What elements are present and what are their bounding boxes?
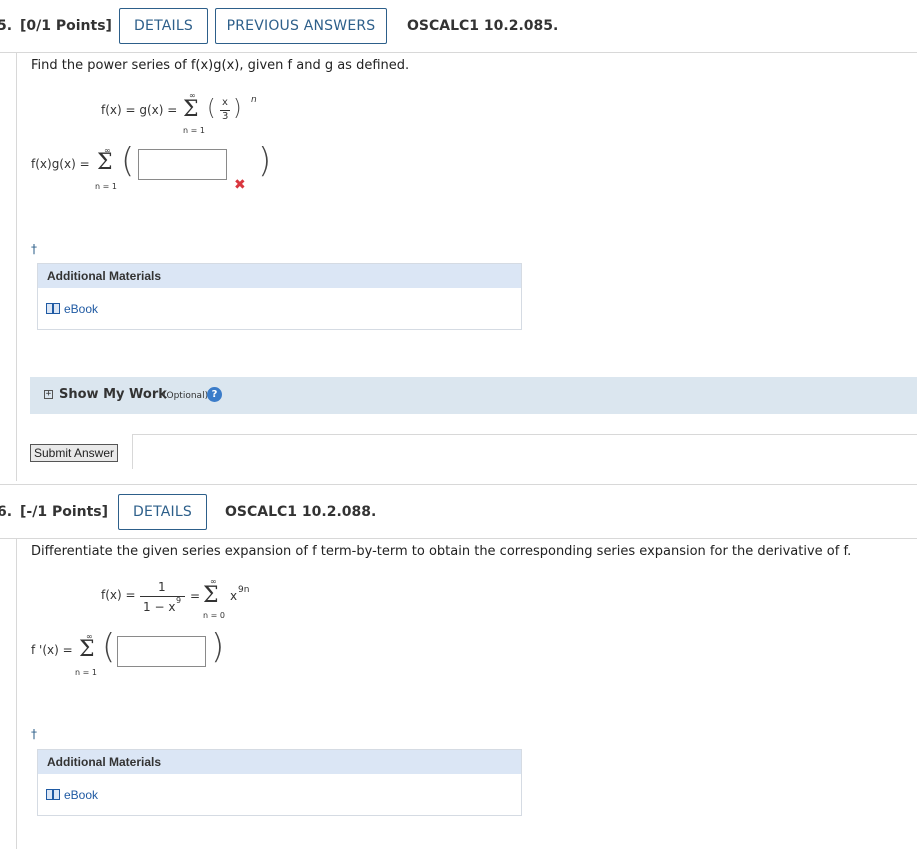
fraction-denominator: 1 − x — [143, 600, 176, 614]
answer-left-paren: ( — [121, 141, 135, 181]
answer-right-paren: ) — [258, 141, 272, 181]
question-5-code: OSCALC1 10.2.085. — [407, 18, 559, 34]
sigma-symbol: Σ — [203, 583, 219, 608]
definition-lhs: f(x) = — [101, 588, 136, 602]
additional-materials-title: Additional Materials — [47, 269, 162, 283]
answer-input[interactable] — [138, 149, 227, 180]
divider — [0, 484, 917, 485]
show-my-work-label[interactable]: Show My Work — [59, 387, 167, 402]
additional-materials-header: Additional Materials — [38, 750, 521, 774]
previous-answers-button[interactable]: PREVIOUS ANSWERS — [215, 8, 387, 44]
fraction-denominator: 3 — [222, 111, 229, 122]
additional-materials-title: Additional Materials — [47, 755, 162, 769]
divider — [0, 52, 917, 53]
equals-sign: = — [190, 589, 201, 603]
answer-input[interactable] — [117, 636, 206, 667]
additional-materials-panel: Additional Materials eBook — [37, 263, 522, 330]
answer-sum-lower: n = 1 — [75, 668, 97, 677]
help-icon[interactable]: ? — [207, 387, 222, 402]
question-6-code: OSCALC1 10.2.088. — [225, 504, 377, 520]
ebook-icon — [46, 303, 60, 314]
question-5-prompt: Find the power series of f(x)g(x), given… — [31, 58, 410, 73]
sigma-symbol: Σ — [183, 97, 199, 122]
details-button[interactable]: DETAILS — [118, 494, 207, 530]
definition-lhs: f(x) = g(x) = — [101, 103, 178, 117]
fraction-numerator: x — [222, 97, 228, 108]
divider — [0, 538, 917, 539]
left-rail — [16, 53, 17, 481]
ebook-icon — [46, 789, 60, 800]
answer-right-paren: ) — [211, 627, 225, 667]
question-5-number: 5. — [0, 18, 13, 34]
additional-materials-panel: Additional Materials eBook — [37, 749, 522, 816]
details-button[interactable]: DETAILS — [119, 8, 208, 44]
answer-left-paren: ( — [102, 627, 116, 667]
show-my-work-bar[interactable]: + Show My Work (Optional) ? — [30, 377, 917, 414]
submit-area-border — [132, 434, 917, 435]
fraction-numerator: 1 — [158, 580, 166, 594]
series-term-exponent: 9n — [238, 585, 250, 595]
answer-lhs: f '(x) = — [31, 643, 73, 657]
answer-sigma-symbol: Σ — [79, 637, 95, 662]
sum-lower: n = 0 — [203, 611, 225, 620]
answer-sum-lower: n = 1 — [95, 182, 117, 191]
series-term: x — [230, 589, 238, 603]
sum-lower: n = 1 — [183, 126, 205, 135]
question-6-number: 6. — [0, 504, 13, 520]
right-paren: ) — [233, 96, 242, 121]
dagger-mark: † — [31, 727, 37, 741]
denominator-exponent: 9 — [176, 596, 182, 605]
question-5-points: [0/1 Points] — [20, 18, 112, 34]
optional-label: (Optional) — [163, 391, 209, 401]
expand-icon[interactable]: + — [44, 390, 53, 399]
left-rail — [16, 539, 17, 849]
left-paren: ( — [207, 96, 216, 121]
ebook-link[interactable]: eBook — [64, 302, 98, 316]
question-6-points: [-/1 Points] — [20, 504, 109, 520]
answer-lhs: f(x)g(x) = — [31, 157, 90, 171]
submit-answer-button[interactable]: Submit Answer — [30, 444, 118, 462]
submit-area-divider — [132, 434, 133, 469]
dagger-mark: † — [31, 242, 37, 256]
answer-sigma-symbol: Σ — [97, 150, 113, 175]
incorrect-x-icon: ✖ — [234, 177, 246, 193]
question-6-prompt: Differentiate the given series expansion… — [31, 544, 852, 559]
ebook-link[interactable]: eBook — [64, 788, 98, 802]
exponent: n — [251, 95, 257, 105]
additional-materials-header: Additional Materials — [38, 264, 521, 288]
